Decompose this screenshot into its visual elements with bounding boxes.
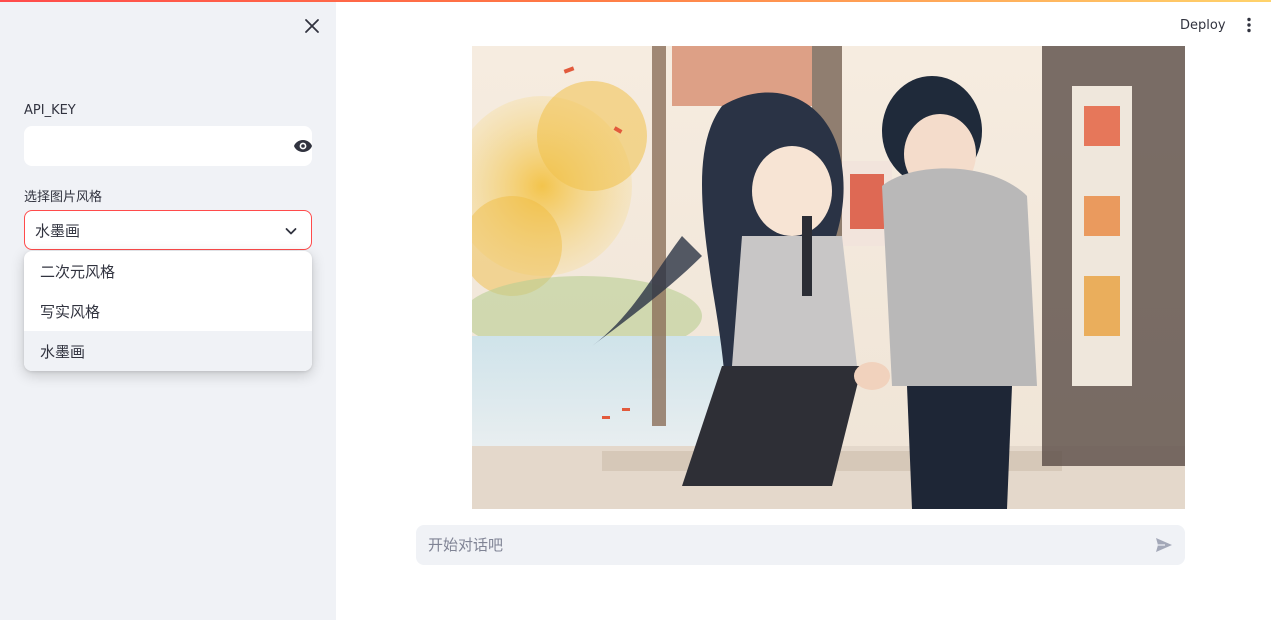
vertical-dots-icon (1247, 17, 1251, 33)
style-select-value: 水墨画 (35, 221, 81, 240)
top-decoration-bar (0, 0, 1271, 2)
send-icon (1156, 538, 1172, 552)
style-option-anime[interactable]: 二次元风格 (24, 251, 312, 291)
main-menu-button[interactable] (1238, 13, 1260, 37)
close-sidebar-button[interactable] (300, 14, 324, 38)
style-select[interactable]: 水墨画 (24, 210, 312, 250)
chat-input[interactable] (426, 535, 1135, 555)
chevron-down-icon (285, 228, 297, 235)
toggle-password-visibility-button[interactable] (290, 134, 316, 158)
close-icon (305, 19, 319, 33)
api-key-label: API_KEY (24, 103, 76, 118)
style-dropdown-menu: 二次元风格 写实风格 水墨画 (24, 251, 312, 371)
generated-image (472, 46, 1185, 509)
send-button[interactable] (1153, 534, 1175, 556)
app-root: API_KEY 选择图片风格 水墨画 二次元风格 写实风格 水墨画 Deploy… (0, 0, 1271, 620)
api-key-field[interactable] (24, 126, 312, 166)
sidebar: API_KEY 选择图片风格 水墨画 二次元风格 写实风格 水墨画 (0, 0, 336, 620)
style-option-ink-painting[interactable]: 水墨画 (24, 331, 312, 371)
deploy-button[interactable]: Deploy (1170, 12, 1236, 38)
generated-image-illustration (472, 46, 1185, 509)
style-option-realistic[interactable]: 写实风格 (24, 291, 312, 331)
style-select-label: 选择图片风格 (24, 190, 103, 205)
chat-input-container (416, 525, 1185, 565)
eye-icon (294, 140, 312, 152)
